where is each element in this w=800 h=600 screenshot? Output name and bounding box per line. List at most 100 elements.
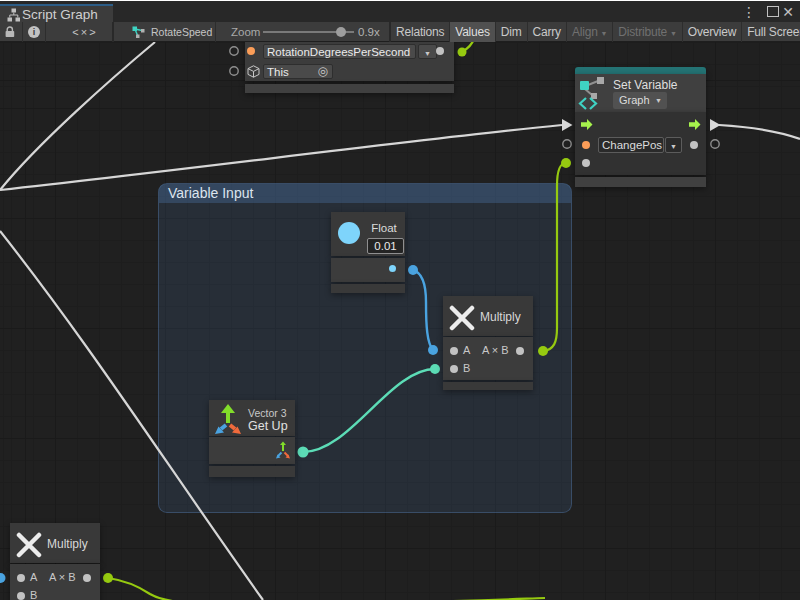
node-title: Multiply	[480, 310, 521, 324]
wire-end-cyan	[430, 364, 440, 374]
variable-name-dropdown[interactable]: ▼	[665, 137, 682, 153]
scope-dropdown[interactable]: Graph▼	[613, 92, 667, 109]
port-b[interactable]	[17, 592, 25, 600]
wire-end-lime	[458, 48, 467, 57]
port-out-value[interactable]	[690, 141, 698, 149]
port-a[interactable]	[450, 347, 458, 355]
port-variable-out[interactable]	[436, 47, 444, 55]
port-result-label: A × B	[482, 344, 509, 356]
port-b-label: B	[463, 362, 470, 374]
node-subtitle: Vector 3	[248, 407, 287, 419]
variable-name-dropdown[interactable]: ▼	[418, 44, 437, 59]
node-float-literal[interactable]: Float 0.01	[331, 212, 405, 293]
multiply-x-icon	[16, 532, 42, 558]
wire-end-lime	[561, 158, 571, 168]
toolbar: i <×> RotateSpeed Zoom 0.9x Relations Va…	[0, 22, 800, 42]
node-title: Float	[365, 222, 403, 234]
flow-arrow-out	[710, 119, 721, 131]
wire-end-cyan	[298, 447, 309, 458]
node-title: Multiply	[47, 537, 88, 551]
toolbar-button-overview[interactable]: Overview	[683, 22, 742, 42]
toolbar-button-carry[interactable]: Carry	[528, 22, 567, 42]
port-ring	[563, 140, 571, 148]
port-float-out[interactable]	[389, 265, 396, 272]
wire-end-blue	[428, 345, 438, 355]
object-picker-icon[interactable]: ◎	[318, 65, 328, 77]
chevron-down-icon: ▼	[670, 143, 677, 150]
info-icon[interactable]: i	[28, 26, 40, 38]
variable-name-field[interactable]: ChangePos	[598, 137, 664, 153]
port-a-label: A	[30, 571, 37, 583]
lock-icon[interactable]	[3, 25, 17, 39]
port-ring	[230, 47, 238, 55]
node-footer	[331, 284, 405, 293]
port-b[interactable]	[450, 365, 458, 373]
tab-title: Script Graph	[22, 7, 98, 22]
code-view-button[interactable]: <×>	[70, 22, 100, 42]
node-title: Set Variable	[613, 78, 677, 92]
wire-cyan-getup-to-multiply	[303, 369, 435, 452]
flow-arrow-in	[562, 119, 573, 131]
node-set-variable[interactable]: Set Variable Graph▼ ChangePos ▼	[575, 67, 706, 187]
toolbar-button-distribute[interactable]: Distribute▼	[613, 22, 682, 42]
target-field[interactable]: This◎	[263, 64, 333, 79]
port-ring	[230, 67, 238, 75]
port-result-label: A × B	[49, 571, 76, 583]
zoom-slider-handle[interactable]	[336, 27, 346, 37]
toolbar-button-align[interactable]: Align▼	[567, 22, 613, 42]
port-a[interactable]	[17, 574, 25, 582]
set-variable-icon	[577, 75, 613, 111]
graph-name-label: RotateSpeed	[151, 22, 212, 42]
wire-end-blue	[408, 265, 418, 275]
multiply-x-icon	[449, 305, 475, 331]
chevron-down-icon: ▼	[670, 30, 677, 37]
node-title: Get Up	[248, 419, 288, 433]
toolbar-button-fullscreen[interactable]: Full Screen	[742, 22, 800, 42]
wire-white-topleft	[0, 42, 155, 190]
float-value-field[interactable]: 0.01	[367, 238, 404, 254]
graph-asset-icon	[132, 26, 146, 40]
zoom-label: Zoom	[231, 22, 260, 42]
maximize-icon[interactable]	[767, 6, 779, 17]
wire-lime-bottom	[108, 578, 545, 600]
tab-script-graph[interactable]: Script Graph	[0, 4, 113, 23]
menu-dots-icon[interactable]: ⋮	[742, 4, 756, 20]
node-get-variable[interactable]: RotationDegreesPerSecond ▼ This◎	[245, 36, 454, 93]
close-icon[interactable]: ✕	[782, 4, 794, 20]
wire-white-to-setvariable	[0, 125, 562, 190]
port-input[interactable]	[582, 159, 590, 167]
graph-hierarchy-icon	[7, 8, 21, 22]
chevron-down-icon: ▼	[424, 50, 431, 57]
node-footer	[575, 177, 706, 187]
node-get-up[interactable]: Vector 3 Get Up	[209, 400, 295, 477]
node-footer	[443, 382, 533, 390]
wire-end-blue	[0, 573, 6, 583]
port-a-label: A	[463, 344, 470, 356]
node-footer	[245, 84, 454, 93]
vector3-mini-icon[interactable]	[274, 441, 292, 459]
port-variable-value[interactable]	[582, 141, 590, 149]
wire-end-lime	[538, 346, 548, 356]
wire-white-from-setvariable	[719, 125, 800, 139]
node-footer	[209, 466, 295, 477]
port-b-label: B	[30, 589, 37, 600]
node-multiply-center[interactable]: Multiply A A × B B	[443, 296, 533, 390]
port-ring	[711, 140, 719, 148]
vector3-arrows-icon	[212, 401, 246, 435]
flow-in-arrow-icon[interactable]	[581, 119, 593, 130]
port-result[interactable]	[516, 347, 524, 355]
toolbar-button-relations[interactable]: Relations	[391, 22, 450, 42]
variable-name-field[interactable]: RotationDegreesPerSecond	[263, 44, 416, 59]
flow-out-arrow-icon[interactable]	[689, 119, 701, 130]
wire-lime-multiply-to-setvariable	[543, 163, 566, 351]
wire-blue-float-to-multiply	[413, 270, 433, 350]
zoom-value: 0.9x	[358, 22, 380, 42]
port-variable-value[interactable]	[247, 47, 255, 55]
port-result[interactable]	[83, 574, 91, 582]
toolbar-button-dim[interactable]: Dim	[496, 22, 528, 42]
toolbar-button-values[interactable]: Values	[450, 22, 496, 42]
wire-end-lime	[103, 573, 113, 583]
float-icon	[338, 222, 360, 244]
chevron-down-icon: ▼	[655, 92, 662, 109]
node-multiply-bottom[interactable]: Multiply A A × B B	[10, 523, 100, 600]
